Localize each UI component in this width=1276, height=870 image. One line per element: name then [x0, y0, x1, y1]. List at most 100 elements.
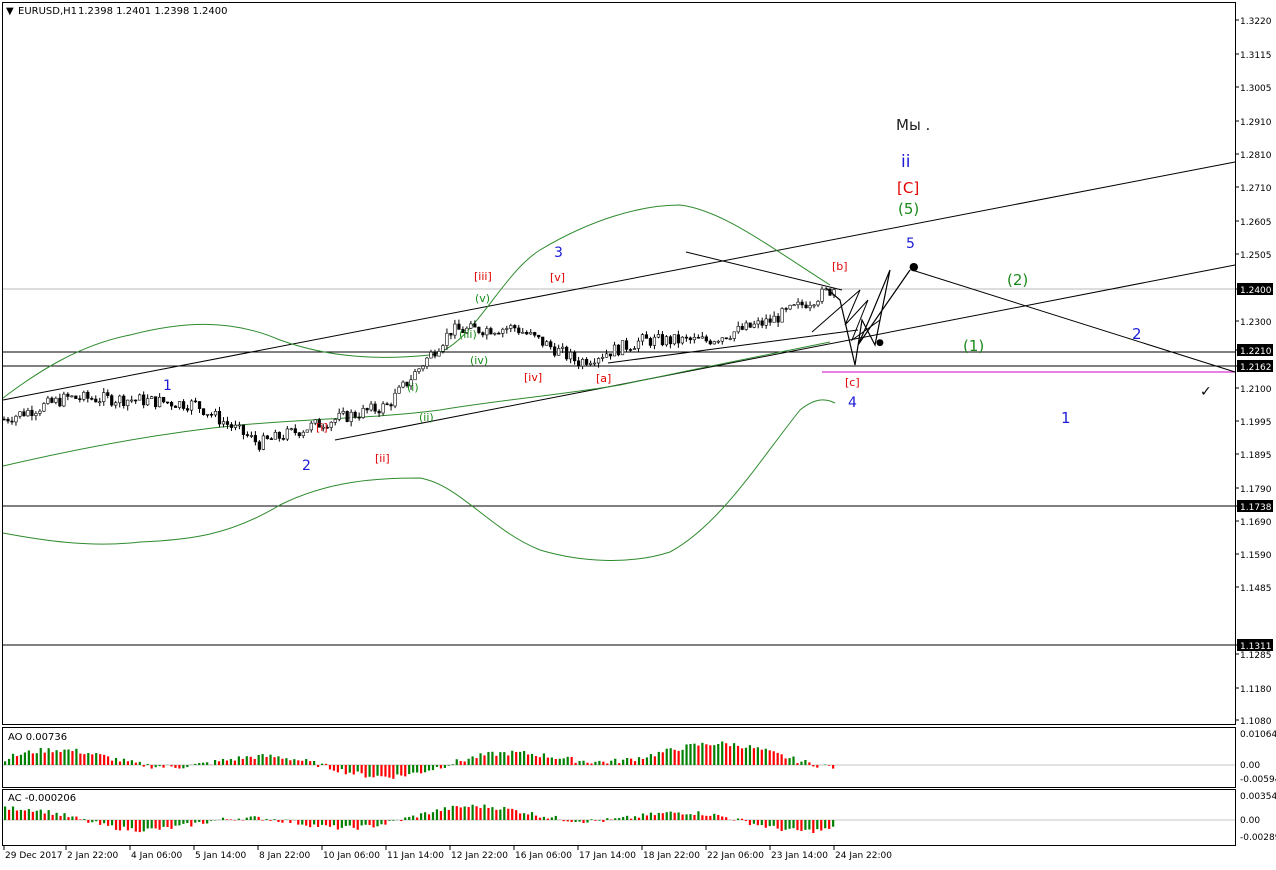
osc-bar	[828, 820, 830, 829]
price-tick-label: 1.3220	[1240, 17, 1272, 27]
candle-body	[593, 363, 596, 364]
candle-body	[118, 396, 121, 403]
osc-bar	[59, 752, 61, 765]
candle-body	[238, 425, 241, 426]
price-axis[interactable]: 1.32201.31151.30051.29101.28101.27101.26…	[1235, 17, 1273, 727]
osc-bar	[131, 760, 133, 765]
osc-bar	[479, 808, 481, 820]
candle-body	[166, 402, 169, 403]
price-label: 1.2162	[1240, 363, 1272, 373]
osc-bar	[139, 820, 141, 832]
osc-bar	[321, 764, 323, 765]
osc-bar	[376, 820, 378, 826]
osc-bar	[638, 818, 640, 820]
osc-bar	[547, 819, 549, 820]
osc-bar	[44, 753, 46, 765]
osc-bar	[143, 820, 145, 831]
osc-bar	[725, 817, 727, 820]
osc-bar	[630, 759, 632, 765]
osc-bar	[650, 813, 652, 820]
osc-bar	[254, 816, 256, 820]
annotation-note: Мы .	[896, 116, 930, 134]
wave-label-a: [a]	[596, 372, 611, 385]
forecast-path-1[interactable]	[826, 270, 910, 365]
osc-bar	[12, 807, 14, 820]
price-tick-label: 1.1895	[1240, 451, 1272, 461]
osc-bar	[297, 820, 299, 825]
osc-bar	[71, 751, 73, 765]
candle-body	[677, 335, 680, 343]
wave-label-giii: (iii)	[459, 328, 477, 341]
candle-body	[75, 396, 78, 399]
osc-bar	[428, 814, 430, 820]
osc-bar	[67, 817, 69, 820]
projection-line-down[interactable]	[912, 270, 1235, 372]
candle-body	[673, 335, 676, 344]
candle-body	[47, 398, 50, 403]
osc-bar	[392, 820, 394, 821]
candle-body	[354, 412, 357, 417]
time-axis[interactable]: 29 Dec 20172 Jan 22:004 Jan 06:005 Jan 1…	[4, 846, 892, 861]
osc-bar	[56, 750, 58, 765]
osc-bar	[424, 812, 426, 820]
osc-bar	[8, 759, 10, 765]
osc-bar	[745, 748, 747, 765]
candle-body	[765, 319, 768, 325]
osc-bar	[733, 743, 735, 765]
candle-body	[398, 387, 401, 393]
osc-bar	[479, 753, 481, 765]
candle-body	[198, 402, 201, 409]
osc-bar	[238, 756, 240, 765]
price-tick-label: 1.3005	[1240, 84, 1272, 94]
osc-bar	[511, 809, 513, 820]
candle-body	[262, 436, 265, 450]
candle-body	[94, 399, 97, 402]
chart-window[interactable]: 1 2 3 4 5 [i] [ii] [iii] [iv] [v] [a] [b…	[0, 0, 1276, 866]
ac-histogram	[4, 805, 834, 833]
osc-bar	[162, 820, 164, 827]
osc-bar	[408, 765, 410, 774]
osc-bar	[265, 757, 267, 765]
candle-body	[805, 305, 808, 308]
candle-body	[426, 358, 429, 366]
osc-bar	[468, 759, 470, 765]
time-tick-label: 29 Dec 2017	[5, 851, 63, 861]
osc-bar	[610, 761, 612, 765]
candle-body	[51, 398, 54, 402]
channel-upper-line[interactable]	[3, 162, 1235, 400]
osc-bar	[182, 820, 184, 824]
candle-body	[533, 332, 536, 335]
osc-bar	[103, 820, 105, 823]
osc-bar	[491, 807, 493, 820]
osc-bar	[555, 759, 557, 765]
resistance-line[interactable]	[686, 252, 842, 290]
price-tick-label: 1.1790	[1240, 485, 1272, 495]
osc-bar	[689, 744, 691, 765]
candle-body	[569, 352, 572, 359]
osc-bar	[277, 756, 279, 765]
osc-bar	[456, 759, 458, 765]
time-tick-label: 24 Jan 22:00	[835, 851, 892, 861]
wave-label-4: 4	[848, 395, 857, 411]
candle-body	[79, 399, 82, 400]
osc-bar	[159, 765, 161, 766]
osc-bar	[115, 820, 117, 830]
osc-bar	[749, 820, 751, 825]
osc-bar	[444, 807, 446, 820]
time-tick-label: 23 Jan 14:00	[771, 851, 828, 861]
osc-bar	[28, 809, 30, 820]
candle-body	[725, 338, 728, 339]
chart-svg[interactable]: 1 2 3 4 5 [i] [ii] [iii] [iv] [v] [a] [b…	[0, 0, 1276, 866]
osc-bar	[507, 809, 509, 820]
osc-bar	[361, 765, 363, 773]
candle-body	[486, 328, 489, 334]
osc-bar	[662, 752, 664, 765]
osc-bar	[717, 744, 719, 765]
candle-body	[450, 333, 453, 335]
osc-bar	[218, 761, 220, 765]
osc-bar	[365, 765, 367, 778]
dropdown-arrow-icon[interactable]: ▼	[6, 6, 14, 17]
candle-body	[39, 411, 42, 413]
candle-body	[529, 332, 532, 334]
osc-bar	[674, 813, 676, 820]
